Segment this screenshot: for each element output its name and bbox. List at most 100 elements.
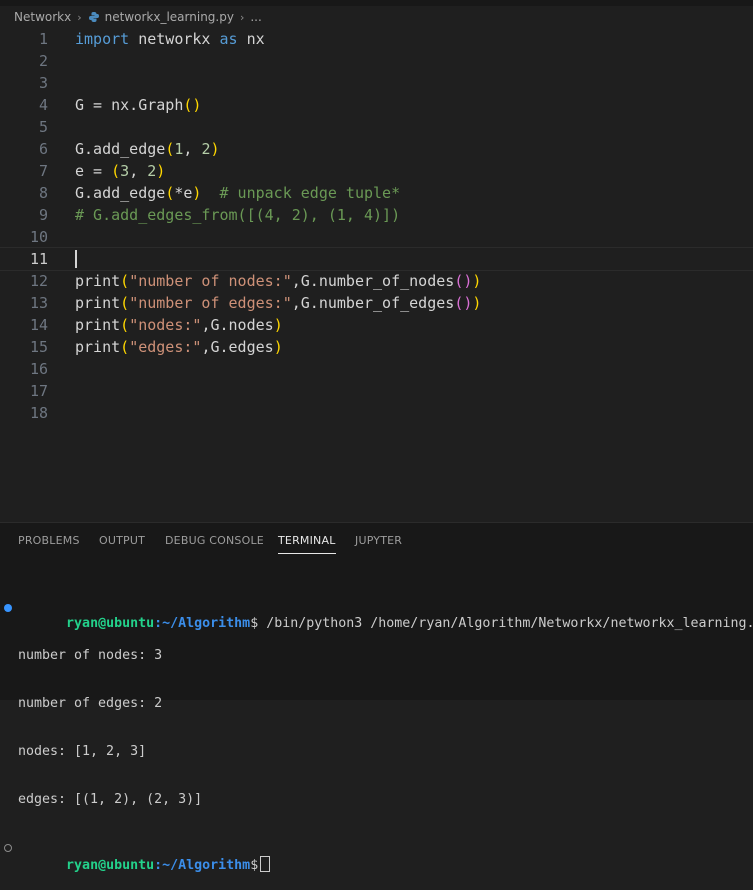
code-token: 3 bbox=[120, 162, 130, 180]
code-token: ) bbox=[273, 316, 283, 334]
code-line[interactable]: 9 # G.add_edges_from([(4, 2), (1, 4)]) bbox=[0, 204, 753, 226]
line-number: 2 bbox=[38, 52, 48, 70]
code-line[interactable]: 15 print("edges:",G.edges) bbox=[0, 336, 753, 358]
terminal-output[interactable]: ryan@ubuntu:~/Algorithm$ /bin/python3 /h… bbox=[0, 568, 753, 888]
code-line[interactable]: 6 G.add_edge(1, 2) bbox=[0, 138, 753, 160]
code-token: ( bbox=[120, 338, 130, 356]
code-token: ) bbox=[472, 272, 482, 290]
tab-output[interactable]: OUTPUT bbox=[99, 534, 145, 547]
code-token: ( bbox=[165, 140, 175, 158]
code-line[interactable]: 13 print("number of edges:",G.number_of_e… bbox=[0, 292, 753, 314]
code-text: # G.add_edges_from([(4, 2), (1, 4)]) bbox=[75, 204, 400, 226]
code-token: networkx bbox=[129, 30, 220, 48]
prompt-user: ryan@ubuntu bbox=[66, 858, 155, 873]
code-line[interactable]: 12 print("number of nodes:",G.number_of_n… bbox=[0, 270, 753, 292]
line-number: 17 bbox=[29, 382, 48, 400]
code-token: "nodes:" bbox=[129, 316, 202, 334]
line-number: 7 bbox=[38, 162, 48, 180]
code-token: print bbox=[75, 338, 121, 356]
breadcrumb: Networkx › networkx_learning.py › ... bbox=[0, 6, 753, 28]
prompt-end: $ bbox=[250, 858, 259, 873]
terminal-prompt-line: ryan@ubuntu:~/Algorithm$ bbox=[0, 840, 753, 873]
breadcrumb-more[interactable]: ... bbox=[250, 10, 261, 24]
code-line[interactable]: 18 bbox=[0, 402, 753, 424]
tab-jupyter[interactable]: JUPYTER bbox=[355, 534, 402, 547]
line-number: 14 bbox=[29, 316, 48, 334]
code-token: ,G.number_of_edges bbox=[291, 294, 455, 312]
code-token: print bbox=[75, 294, 121, 312]
code-line[interactable]: 11 bbox=[0, 247, 753, 271]
code-token: print bbox=[75, 316, 121, 334]
code-line[interactable]: 8 G.add_edge(*e) # unpack edge tuple* bbox=[0, 182, 753, 204]
code-text: import networkx as nx bbox=[75, 28, 265, 50]
code-token: () bbox=[454, 294, 473, 312]
line-number: 18 bbox=[29, 404, 48, 422]
tab-debug-console[interactable]: DEBUG CONSOLE bbox=[165, 534, 264, 547]
code-line[interactable]: 16 bbox=[0, 358, 753, 380]
code-editor[interactable]: 1 import networkx as nx 2 3 4 G = nx.Graph() 5… bbox=[0, 28, 753, 522]
line-number: 13 bbox=[29, 294, 48, 312]
code-token: "number of edges:" bbox=[129, 294, 292, 312]
code-line[interactable]: 5 bbox=[0, 116, 753, 138]
code-token: ( bbox=[120, 272, 130, 290]
code-line[interactable]: 2 bbox=[0, 50, 753, 72]
terminal-output-line: edges: [(1, 2), (2, 3)] bbox=[18, 792, 203, 807]
command-success-dot-icon[interactable] bbox=[4, 604, 12, 612]
code-token: G.add_edge bbox=[75, 184, 166, 202]
code-token: print bbox=[75, 272, 121, 290]
line-number: 6 bbox=[38, 140, 48, 158]
code-token: ,G.number_of_nodes bbox=[291, 272, 455, 290]
code-token: as bbox=[219, 30, 238, 48]
terminal-command: /bin/python3 /home/ryan/Algorithm/Networ… bbox=[258, 616, 753, 631]
line-number: 8 bbox=[38, 184, 48, 202]
line-number: 10 bbox=[29, 228, 48, 246]
code-text: print("number of nodes:",G.number_of_nod… bbox=[75, 270, 481, 292]
code-token: nx bbox=[237, 30, 265, 48]
code-token: "number of nodes:" bbox=[129, 272, 292, 290]
code-text: G.add_edge(*e) # unpack edge tuple* bbox=[75, 182, 400, 204]
code-line[interactable]: 14 print("nodes:",G.nodes) bbox=[0, 314, 753, 336]
code-token: # G.add_edges_from([(4, 2), (1, 4)]) bbox=[75, 206, 401, 224]
code-token: G = nx.Graph bbox=[75, 96, 184, 114]
terminal-output-line: number of edges: 2 bbox=[18, 696, 163, 711]
terminal-output-line: number of nodes: 3 bbox=[18, 648, 163, 663]
code-text: print("number of edges:",G.number_of_edg… bbox=[75, 292, 481, 314]
chevron-right-icon: › bbox=[239, 10, 245, 24]
terminal-output-line: nodes: [1, 2, 3] bbox=[18, 744, 147, 759]
code-token: "edges:" bbox=[129, 338, 202, 356]
code-line[interactable]: 4 G = nx.Graph() bbox=[0, 94, 753, 116]
code-token: ) bbox=[472, 294, 482, 312]
command-pending-dot-icon[interactable] bbox=[4, 844, 12, 852]
line-number: 11 bbox=[29, 250, 48, 268]
code-line[interactable]: 7 e = (3, 2) bbox=[0, 160, 753, 182]
code-text: print("nodes:",G.nodes) bbox=[75, 314, 283, 336]
code-token: import bbox=[75, 30, 130, 48]
code-line[interactable]: 1 import networkx as nx bbox=[0, 28, 753, 50]
code-token: ( bbox=[120, 294, 130, 312]
code-token: *e bbox=[174, 184, 193, 202]
code-token: ) bbox=[273, 338, 283, 356]
prompt-path: :~/Algorithm bbox=[154, 858, 251, 873]
python-file-icon bbox=[88, 11, 100, 23]
prompt-user: ryan@ubuntu bbox=[66, 616, 155, 631]
tab-terminal[interactable]: TERMINAL bbox=[278, 534, 336, 554]
prompt-path: :~/Algorithm bbox=[154, 616, 251, 631]
code-text: print("edges:",G.edges) bbox=[75, 336, 283, 358]
breadcrumb-folder[interactable]: Networkx bbox=[0, 10, 71, 24]
prompt-end: $ bbox=[250, 616, 259, 631]
code-line[interactable]: 10 bbox=[0, 226, 753, 248]
code-line[interactable]: 3 bbox=[0, 72, 753, 94]
line-number: 16 bbox=[29, 360, 48, 378]
code-token: G.add_edge bbox=[75, 140, 166, 158]
panel-tabs: PROBLEMS OUTPUT DEBUG CONSOLE TERMINAL J… bbox=[0, 523, 753, 557]
code-token: , bbox=[129, 162, 148, 180]
tab-problems[interactable]: PROBLEMS bbox=[18, 534, 80, 547]
breadcrumb-file[interactable]: networkx_learning.py bbox=[105, 10, 234, 24]
code-token: ,G.nodes bbox=[201, 316, 274, 334]
code-token: e = bbox=[75, 162, 112, 180]
code-line[interactable]: 17 bbox=[0, 380, 753, 402]
code-token: 2 bbox=[147, 162, 157, 180]
code-text: e = (3, 2) bbox=[75, 160, 165, 182]
code-text: G.add_edge(1, 2) bbox=[75, 138, 220, 160]
